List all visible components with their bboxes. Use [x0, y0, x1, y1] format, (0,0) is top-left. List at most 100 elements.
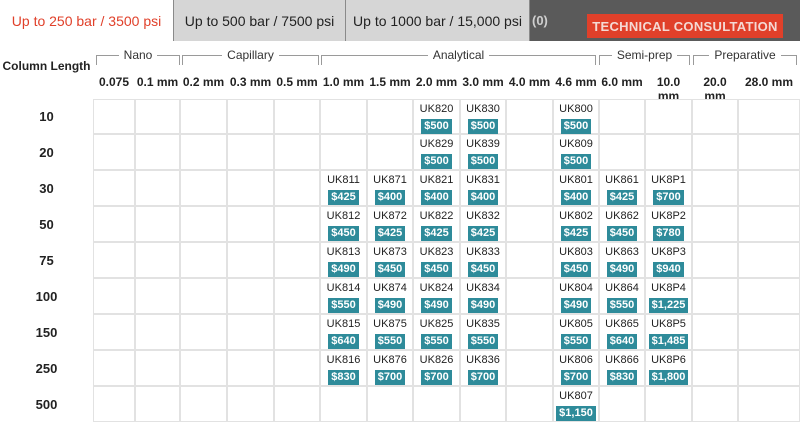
cart-count[interactable]: (0)	[532, 0, 548, 41]
product-cell[interactable]: UK806 $700	[553, 350, 599, 386]
product-cell[interactable]: UK865 $640	[599, 314, 645, 350]
price-badge[interactable]: $450	[421, 262, 452, 277]
price-badge[interactable]: $425	[606, 190, 638, 205]
product-cell[interactable]: UK825 $550	[413, 314, 460, 350]
product-cell[interactable]: UK822 $425	[413, 206, 460, 242]
product-cell[interactable]: UK836 $700	[460, 350, 506, 386]
price-badge[interactable]: $700	[560, 370, 592, 385]
technical-consultation-button[interactable]: TECHNICAL CONSULTATION	[587, 14, 783, 38]
tab-1000-bar[interactable]: Up to 1000 bar / 15,000 psi	[346, 0, 530, 41]
product-cell[interactable]: UK829 $500	[413, 134, 460, 170]
product-cell[interactable]: UK813 $490	[320, 242, 367, 278]
product-cell[interactable]: UK830 $500	[460, 99, 506, 134]
price-badge[interactable]: $450	[560, 262, 592, 277]
product-cell[interactable]: UK8P2 $780	[645, 206, 692, 242]
price-badge[interactable]: $550	[374, 334, 406, 349]
price-badge[interactable]: $500	[421, 119, 452, 134]
product-cell[interactable]: UK820 $500	[413, 99, 460, 134]
price-badge[interactable]: $640	[328, 334, 359, 349]
price-badge[interactable]: $700	[374, 370, 406, 385]
product-cell[interactable]: UK805 $550	[553, 314, 599, 350]
price-badge[interactable]: $450	[606, 226, 638, 241]
product-cell[interactable]: UK8P6 $1,800	[645, 350, 692, 386]
price-badge[interactable]: $500	[560, 154, 592, 169]
price-badge[interactable]: $425	[467, 226, 499, 241]
tab-250-bar[interactable]: Up to 250 bar / 3500 psi	[0, 0, 174, 41]
price-badge[interactable]: $550	[328, 298, 359, 313]
product-cell[interactable]: UK866 $830	[599, 350, 645, 386]
price-badge[interactable]: $500	[421, 154, 452, 169]
product-cell[interactable]: UK8P3 $940	[645, 242, 692, 278]
price-badge[interactable]: $500	[560, 119, 592, 134]
price-badge[interactable]: $400	[374, 190, 406, 205]
product-cell[interactable]: UK803 $450	[553, 242, 599, 278]
product-cell[interactable]: UK831 $400	[460, 170, 506, 206]
product-cell[interactable]: UK862 $450	[599, 206, 645, 242]
product-cell[interactable]: UK874 $490	[367, 278, 413, 314]
product-cell[interactable]: UK835 $550	[460, 314, 506, 350]
price-badge[interactable]: $450	[328, 226, 359, 241]
product-cell[interactable]: UK826 $700	[413, 350, 460, 386]
price-badge[interactable]: $450	[374, 262, 406, 277]
product-cell[interactable]: UK824 $490	[413, 278, 460, 314]
price-badge[interactable]: $640	[606, 334, 638, 349]
product-cell[interactable]: UK8P5 $1,485	[645, 314, 692, 350]
price-badge[interactable]: $490	[374, 298, 406, 313]
product-cell[interactable]: UK861 $425	[599, 170, 645, 206]
price-badge[interactable]: $490	[421, 298, 452, 313]
price-badge[interactable]: $1,800	[648, 370, 689, 385]
price-badge[interactable]: $400	[467, 190, 499, 205]
price-badge[interactable]: $490	[606, 262, 638, 277]
price-badge[interactable]: $400	[560, 190, 592, 205]
price-badge[interactable]: $490	[560, 298, 592, 313]
product-cell[interactable]: UK833 $450	[460, 242, 506, 278]
product-cell[interactable]: UK872 $425	[367, 206, 413, 242]
product-cell[interactable]: UK875 $550	[367, 314, 413, 350]
price-badge[interactable]: $425	[560, 226, 592, 241]
product-cell[interactable]: UK804 $490	[553, 278, 599, 314]
price-badge[interactable]: $550	[467, 334, 499, 349]
product-cell[interactable]: UK832 $425	[460, 206, 506, 242]
price-badge[interactable]: $490	[467, 298, 499, 313]
price-badge[interactable]: $550	[606, 298, 638, 313]
product-cell[interactable]: UK864 $550	[599, 278, 645, 314]
price-badge[interactable]: $700	[421, 370, 452, 385]
price-badge[interactable]: $830	[606, 370, 638, 385]
product-cell[interactable]: UK839 $500	[460, 134, 506, 170]
product-cell[interactable]: UK8P1 $700	[645, 170, 692, 206]
tab-500-bar[interactable]: Up to 500 bar / 7500 psi	[174, 0, 346, 41]
price-badge[interactable]: $490	[328, 262, 359, 277]
price-badge[interactable]: $1,150	[556, 406, 596, 421]
price-badge[interactable]: $425	[328, 190, 359, 205]
price-badge[interactable]: $500	[467, 119, 499, 134]
product-cell[interactable]: UK802 $425	[553, 206, 599, 242]
price-badge[interactable]: $830	[328, 370, 359, 385]
price-badge[interactable]: $550	[421, 334, 452, 349]
product-cell[interactable]: UK814 $550	[320, 278, 367, 314]
price-badge[interactable]: $780	[653, 226, 684, 241]
price-badge[interactable]: $425	[421, 226, 452, 241]
price-badge[interactable]: $400	[421, 190, 452, 205]
product-cell[interactable]: UK871 $400	[367, 170, 413, 206]
product-cell[interactable]: UK823 $450	[413, 242, 460, 278]
price-badge[interactable]: $940	[653, 262, 684, 277]
price-badge[interactable]: $425	[374, 226, 406, 241]
price-badge[interactable]: $550	[560, 334, 592, 349]
product-cell[interactable]: UK876 $700	[367, 350, 413, 386]
product-cell[interactable]: UK821 $400	[413, 170, 460, 206]
product-cell[interactable]: UK800 $500	[553, 99, 599, 134]
product-cell[interactable]: UK816 $830	[320, 350, 367, 386]
product-cell[interactable]: UK812 $450	[320, 206, 367, 242]
product-cell[interactable]: UK863 $490	[599, 242, 645, 278]
product-cell[interactable]: UK807 $1,150	[553, 386, 599, 422]
price-badge[interactable]: $450	[467, 262, 499, 277]
product-cell[interactable]: UK873 $450	[367, 242, 413, 278]
price-badge[interactable]: $700	[653, 190, 684, 205]
price-badge[interactable]: $1,485	[648, 334, 689, 349]
product-cell[interactable]: UK809 $500	[553, 134, 599, 170]
product-cell[interactable]: UK8P4 $1,225	[645, 278, 692, 314]
product-cell[interactable]: UK815 $640	[320, 314, 367, 350]
price-badge[interactable]: $500	[467, 154, 499, 169]
product-cell[interactable]: UK811 $425	[320, 170, 367, 206]
product-cell[interactable]: UK801 $400	[553, 170, 599, 206]
